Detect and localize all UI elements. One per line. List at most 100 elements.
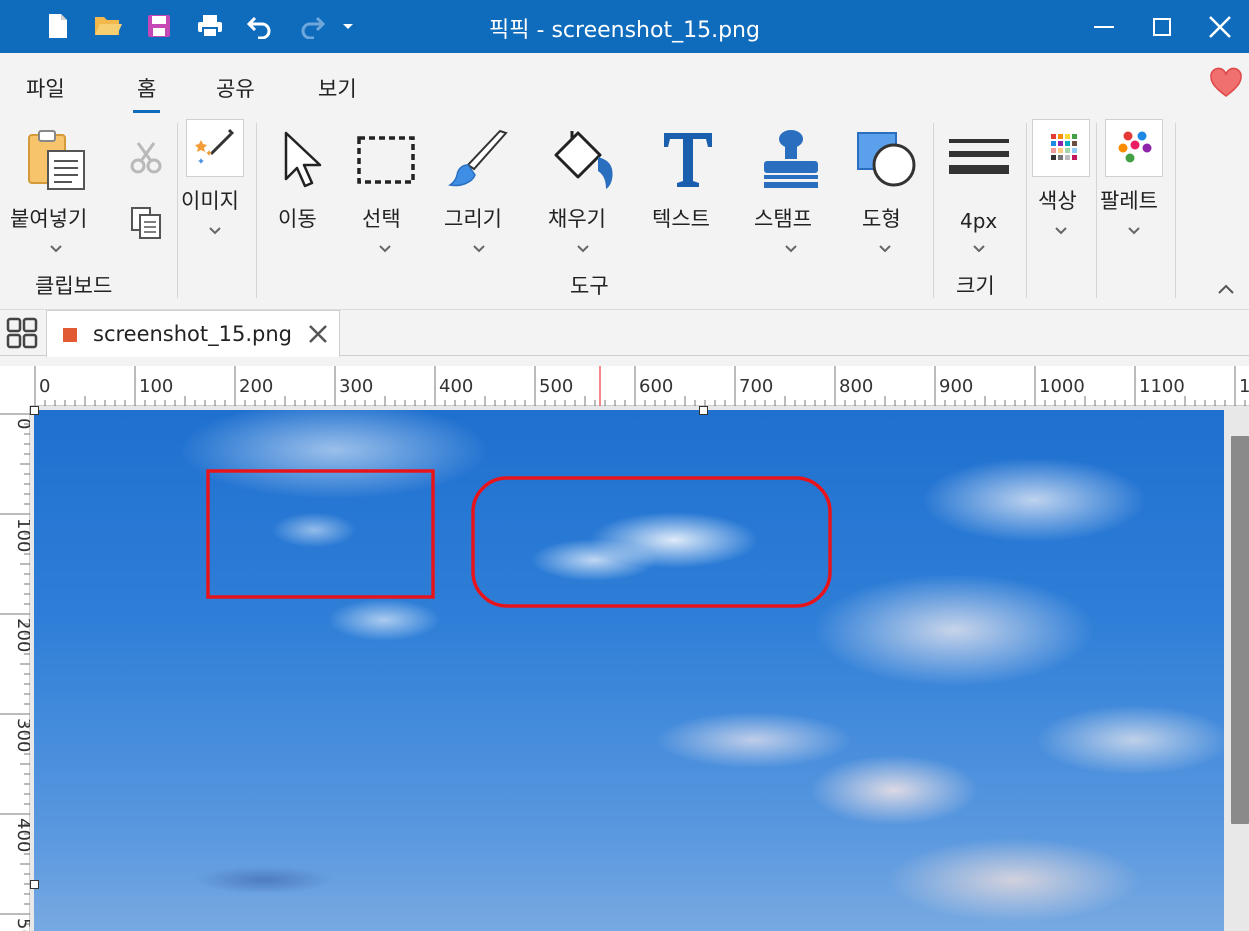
fill-tool-label: 채우기 (548, 207, 606, 231)
copy-icon (131, 207, 161, 239)
ribbon-separator (1175, 123, 1176, 298)
document-tab-name: screenshot_15.png (93, 322, 293, 346)
ribbon-separator (1096, 123, 1097, 298)
maximize-icon[interactable] (1133, 0, 1191, 53)
open-folder-icon[interactable] (90, 8, 126, 44)
size-value: 4px (960, 209, 998, 233)
clipboard-group-label: 클립보드 (35, 274, 113, 298)
collapse-ribbon-icon[interactable] (1217, 283, 1235, 295)
ribbon-separator (256, 123, 257, 298)
ruler-label: 300 (13, 718, 30, 752)
document-tab[interactable]: screenshot_15.png (46, 310, 340, 357)
chevron-down-icon (785, 245, 797, 253)
ruler-label: 1000 (1039, 376, 1085, 397)
print-icon[interactable] (192, 8, 228, 44)
resize-handle[interactable] (30, 880, 39, 889)
chevron-down-icon (379, 245, 391, 253)
resize-handle[interactable] (699, 406, 708, 415)
clipboard-icon (28, 130, 85, 190)
paintbrush-icon (448, 129, 508, 187)
ruler-label: 500 (539, 376, 573, 397)
cursor-arrow-icon (284, 131, 322, 188)
redo-icon[interactable] (294, 8, 330, 44)
color-label: 색상 (1038, 189, 1077, 213)
palette-dots-icon (1105, 119, 1163, 177)
heart-icon[interactable] (1209, 67, 1243, 99)
minimize-icon[interactable] (1075, 0, 1133, 53)
image-button[interactable]: 이미지 (180, 115, 252, 265)
chevron-down-icon (973, 245, 985, 253)
shapes-icon (857, 132, 916, 187)
grid-view-icon[interactable] (0, 310, 44, 356)
stamp-tool-label: 스탬프 (754, 207, 812, 231)
image-file-icon (63, 328, 77, 342)
chevron-down-icon (473, 245, 485, 253)
chevron-down-icon (209, 227, 221, 235)
vertical-ruler: 0 100 200 300 400 500 (0, 406, 34, 931)
text-tool-button[interactable]: 텍스트 (646, 115, 730, 265)
paint-bucket-icon (554, 131, 613, 189)
ruler-label: 900 (939, 376, 973, 397)
vertical-ruler-ticks: 0 100 200 300 400 500 (0, 413, 34, 931)
chevron-down-icon (50, 245, 62, 253)
text-t-icon (664, 133, 712, 187)
canvas-area[interactable] (30, 406, 1249, 931)
magic-wand-icon (186, 119, 244, 177)
draw-tool-label: 그리기 (444, 207, 502, 231)
ruler-label: 400 (13, 818, 30, 852)
text-tool-label: 텍스트 (652, 207, 710, 231)
chevron-down-icon (1055, 227, 1067, 235)
cut-button[interactable] (124, 137, 168, 181)
fill-tool-button[interactable]: 채우기 (540, 115, 626, 265)
chevron-down-icon (1128, 227, 1140, 235)
title-bar: 픽픽 - screenshot_15.png (0, 0, 1249, 53)
stamp-tool-button[interactable]: 스탬프 (748, 115, 834, 265)
qat-dropdown-icon[interactable] (330, 8, 366, 44)
chevron-down-icon (577, 245, 589, 253)
paste-label: 붙여넣기 (10, 207, 88, 231)
palette-button[interactable]: 팔레트 (1098, 115, 1174, 265)
annotation-rectangle[interactable] (206, 469, 435, 599)
vertical-scrollbar-thumb[interactable] (1231, 436, 1249, 824)
window-title: 픽픽 - screenshot_15.png (489, 18, 760, 43)
move-tool-button[interactable]: 이동 (268, 115, 338, 265)
size-button[interactable]: 4px (942, 115, 1018, 265)
ruler-label: 500 (13, 918, 30, 931)
ruler-label: 0 (39, 376, 50, 397)
ruler-label: 200 (239, 376, 273, 397)
chevron-down-icon (879, 245, 891, 253)
undo-icon[interactable] (242, 8, 278, 44)
ruler-label: 1100 (1139, 376, 1185, 397)
ruler-corner (0, 366, 30, 406)
paste-button[interactable]: 붙여넣기 (0, 115, 112, 265)
line-thickness-icon (949, 139, 1009, 174)
tab-share[interactable]: 공유 (216, 73, 255, 103)
copy-button[interactable] (126, 205, 166, 245)
select-tool-label: 선택 (362, 207, 401, 231)
ribbon: 붙여넣기 클립보드 이미지 이동 선택 그리기 채우기 텍스트 스탬프 도형 도… (0, 115, 1249, 310)
annotation-rounded-rectangle[interactable] (471, 476, 832, 608)
menu-bar: 파일 홈 공유 보기 (0, 53, 1249, 115)
close-tab-icon[interactable] (307, 323, 329, 345)
ruler-label: 800 (839, 376, 873, 397)
resize-handle[interactable] (30, 406, 39, 415)
ribbon-separator (177, 123, 178, 298)
scissors-icon (130, 142, 162, 174)
palette-label: 팔레트 (1100, 189, 1158, 213)
save-icon[interactable] (141, 8, 177, 44)
select-tool-button[interactable]: 선택 (350, 115, 420, 265)
ruler-label: 0 (13, 418, 30, 429)
color-button[interactable]: 색상 (1030, 115, 1092, 265)
tab-home[interactable]: 홈 (132, 73, 161, 113)
tab-file[interactable]: 파일 (26, 73, 65, 103)
ruler-label: 1 (1239, 376, 1249, 397)
draw-tool-button[interactable]: 그리기 (436, 115, 522, 265)
close-window-icon[interactable] (1191, 0, 1249, 53)
selection-rectangle-icon (357, 136, 415, 184)
horizontal-ruler-ticks: 0 100 200 300 400 500 600 700 800 900 1000 1100 1 (34, 366, 1249, 406)
tab-view[interactable]: 보기 (318, 73, 357, 103)
shape-tool-label: 도형 (862, 207, 901, 231)
size-group-label: 크기 (956, 274, 995, 298)
new-file-icon[interactable] (40, 8, 76, 44)
shape-tool-button[interactable]: 도형 (850, 115, 920, 265)
